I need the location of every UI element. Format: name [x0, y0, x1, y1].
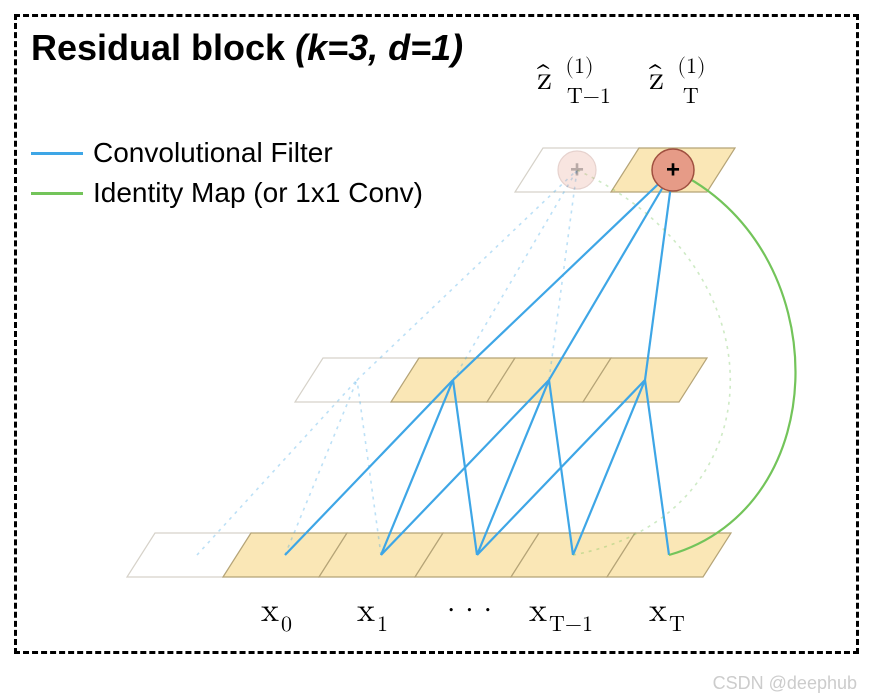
label-x0: x0	[261, 594, 292, 636]
label-x1: x1	[357, 594, 388, 636]
top-labels: ẑ (1) T−1 ẑ (1) T	[536, 46, 717, 108]
diagram-frame: Residual block (k=3, d=1) Convolutional …	[14, 14, 859, 654]
bottom-row	[127, 533, 731, 577]
watermark: CSDN @deephub	[713, 673, 857, 694]
bottom-labels: x0 x1 · · · xT−1 xT	[261, 593, 685, 636]
label-dots: · · ·	[447, 593, 492, 623]
network-svg: + + ẑ (1) T−1 ẑ (1) T x0 x1	[17, 17, 862, 657]
conv-lines-layer1	[197, 380, 669, 555]
plus-icon-ghost: +	[570, 157, 584, 184]
label-zhat-T: ẑ (1) T	[648, 46, 717, 108]
label-zhat-Tm1: ẑ (1) T−1	[536, 46, 611, 108]
label-xTm1: xT−1	[529, 594, 593, 636]
conv-lines-layer2	[357, 170, 673, 380]
label-xT: xT	[649, 594, 685, 636]
plus-icon: +	[666, 157, 680, 184]
